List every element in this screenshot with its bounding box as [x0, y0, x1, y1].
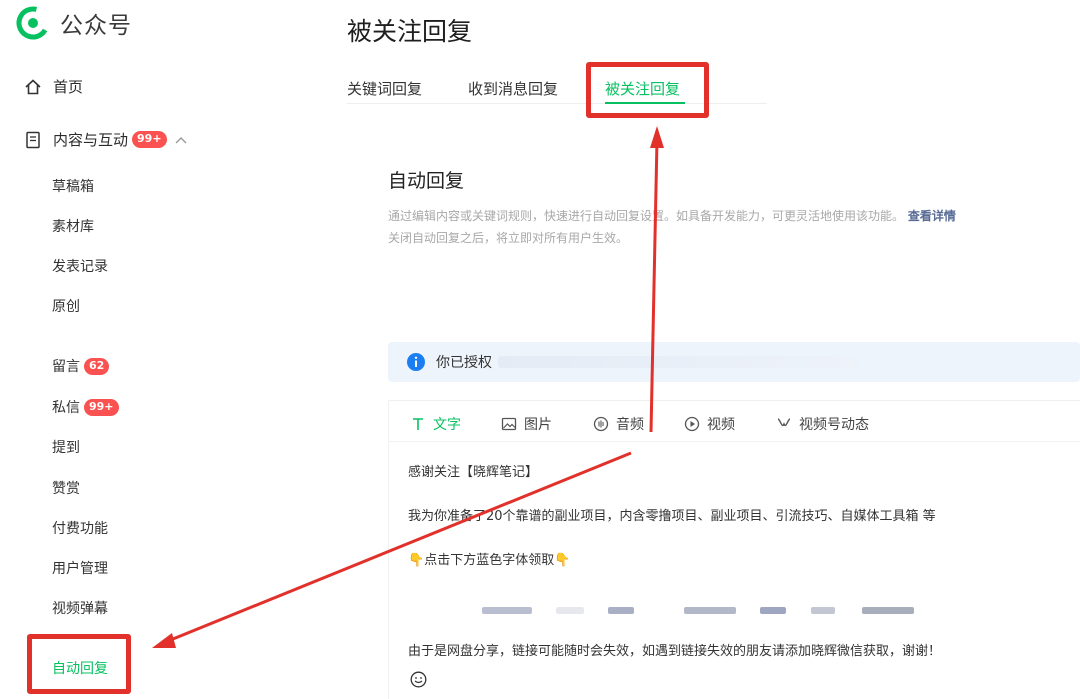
- document-icon: [26, 131, 40, 148]
- sidebar-item-home[interactable]: 首页: [24, 76, 83, 97]
- sidebar-item-label: 首页: [53, 78, 84, 96]
- description-text: 通过编辑内容或关键词规则，快速进行自动回复设置。如具备开发能力，可更灵活地使用该…: [388, 209, 905, 223]
- sidebar-item-comments[interactable]: 留言 62: [52, 356, 110, 376]
- tool-text[interactable]: 文字: [410, 414, 461, 434]
- section-description: 通过编辑内容或关键词规则，快速进行自动回复设置。如具备开发能力，可更灵活地使用该…: [388, 207, 956, 224]
- sidebar-item-label: 素材库: [52, 219, 94, 235]
- sidebar-item-label: 原创: [52, 299, 80, 315]
- sidebar-item-danmaku[interactable]: 视频弹幕: [52, 598, 108, 618]
- tool-channels[interactable]: 视频号动态: [776, 414, 869, 434]
- audio-icon: [593, 416, 609, 432]
- sidebar-item-label: 付费功能: [52, 521, 108, 537]
- tool-label: 音频: [616, 417, 644, 433]
- redacted-link: [760, 607, 786, 614]
- redacted-link: [684, 607, 736, 614]
- tab-keyword-reply[interactable]: 关键词回复: [347, 78, 422, 99]
- home-icon: [25, 78, 41, 94]
- tab-message-reply[interactable]: 收到消息回复: [468, 78, 558, 99]
- sidebar-item-drafts[interactable]: 草稿箱: [52, 176, 94, 196]
- banner-text: 你已授权: [436, 355, 492, 371]
- redacted-link: [811, 607, 835, 614]
- redacted-link: [556, 607, 584, 614]
- tool-label: 文字: [433, 417, 461, 433]
- redacted-link: [482, 607, 532, 614]
- emoji-icon[interactable]: [410, 671, 427, 688]
- unread-badge: 99+: [84, 398, 119, 416]
- sidebar-item-library[interactable]: 素材库: [52, 216, 94, 236]
- reply-line-2: 我为你准备了20个靠谱的副业项目，内含零撸项目、副业项目、引流技巧、自媒体工具箱…: [408, 509, 936, 524]
- details-link[interactable]: 查看详情: [908, 209, 956, 223]
- sidebar-item-mentions[interactable]: 提到: [52, 437, 80, 457]
- section-title: 自动回复: [388, 170, 465, 192]
- tool-label: 视频号动态: [799, 417, 869, 433]
- pointing-down-emoji: 👇: [554, 553, 571, 568]
- sidebar-item-rewards[interactable]: 赞赏: [52, 478, 80, 498]
- tool-audio[interactable]: 音频: [593, 414, 644, 434]
- sidebar-item-label: 视频弹幕: [52, 601, 108, 617]
- reply-line-4: 由于是网盘分享，链接可能随时会失效，如遇到链接失效的朋友请添加晓辉微信获取，谢谢…: [408, 644, 942, 659]
- image-icon: [501, 417, 517, 431]
- info-icon: [407, 353, 425, 371]
- sidebar-item-label: 提到: [52, 440, 80, 456]
- chevron-up-icon[interactable]: [175, 136, 187, 144]
- redacted-text: [498, 356, 858, 368]
- pointing-down-emoji: 👇: [408, 553, 425, 568]
- tool-video[interactable]: 视频: [684, 414, 735, 434]
- sidebar-item-label: 留言: [52, 359, 80, 375]
- text-icon: [413, 418, 423, 430]
- sidebar-item-users[interactable]: 用户管理: [52, 558, 108, 578]
- brand[interactable]: 公众号: [16, 6, 132, 40]
- sidebar-item-content[interactable]: 内容与互动 99+: [24, 129, 187, 150]
- annotation-arrow-head-up: [650, 126, 664, 148]
- sidebar: 公众号 首页 内容与互动 99+ 草稿箱 素材库 发表记录 原创 留言 62 私…: [0, 0, 300, 699]
- tool-image[interactable]: 图片: [501, 414, 552, 434]
- sidebar-item-paid[interactable]: 付费功能: [52, 518, 108, 538]
- sidebar-item-label: 私信: [52, 400, 80, 416]
- wechat-oa-logo-icon: [16, 6, 50, 40]
- brand-name: 公众号: [60, 13, 132, 39]
- sidebar-item-label: 用户管理: [52, 561, 108, 577]
- tool-label: 图片: [524, 417, 552, 433]
- sidebar-item-label: 内容与互动: [53, 131, 129, 149]
- reply-line-1: 感谢关注【晓辉笔记】: [408, 465, 539, 480]
- reply-line-3: 👇点击下方蓝色字体领取👇: [408, 549, 570, 568]
- tool-label: 视频: [707, 417, 735, 433]
- channels-icon: [777, 418, 791, 427]
- annotation-box-tab: [586, 62, 709, 118]
- section-description-2: 关闭自动回复之后，将立即对所有用户生效。: [388, 231, 629, 245]
- reply-line-3-text: 点击下方蓝色字体领取: [424, 553, 555, 568]
- sidebar-item-publish-log[interactable]: 发表记录: [52, 256, 108, 276]
- sidebar-item-label: 草稿箱: [52, 179, 94, 195]
- unread-badge: 99+: [132, 131, 167, 148]
- unread-badge: 62: [84, 357, 110, 375]
- annotation-arrow-up: [649, 139, 659, 433]
- sidebar-item-messages[interactable]: 私信 99+: [52, 397, 119, 417]
- authorization-banner: 你已授权: [388, 342, 1080, 382]
- redacted-link: [608, 607, 634, 614]
- editor-toolbar-divider: [388, 441, 1080, 442]
- sidebar-item-label: 发表记录: [52, 259, 108, 275]
- redacted-link: [862, 607, 914, 614]
- sidebar-item-label: 赞赏: [52, 481, 80, 497]
- page-title: 被关注回复: [347, 17, 473, 46]
- annotation-box-sidebar: [27, 634, 131, 694]
- video-icon: [684, 416, 700, 432]
- sidebar-item-original[interactable]: 原创: [52, 296, 80, 316]
